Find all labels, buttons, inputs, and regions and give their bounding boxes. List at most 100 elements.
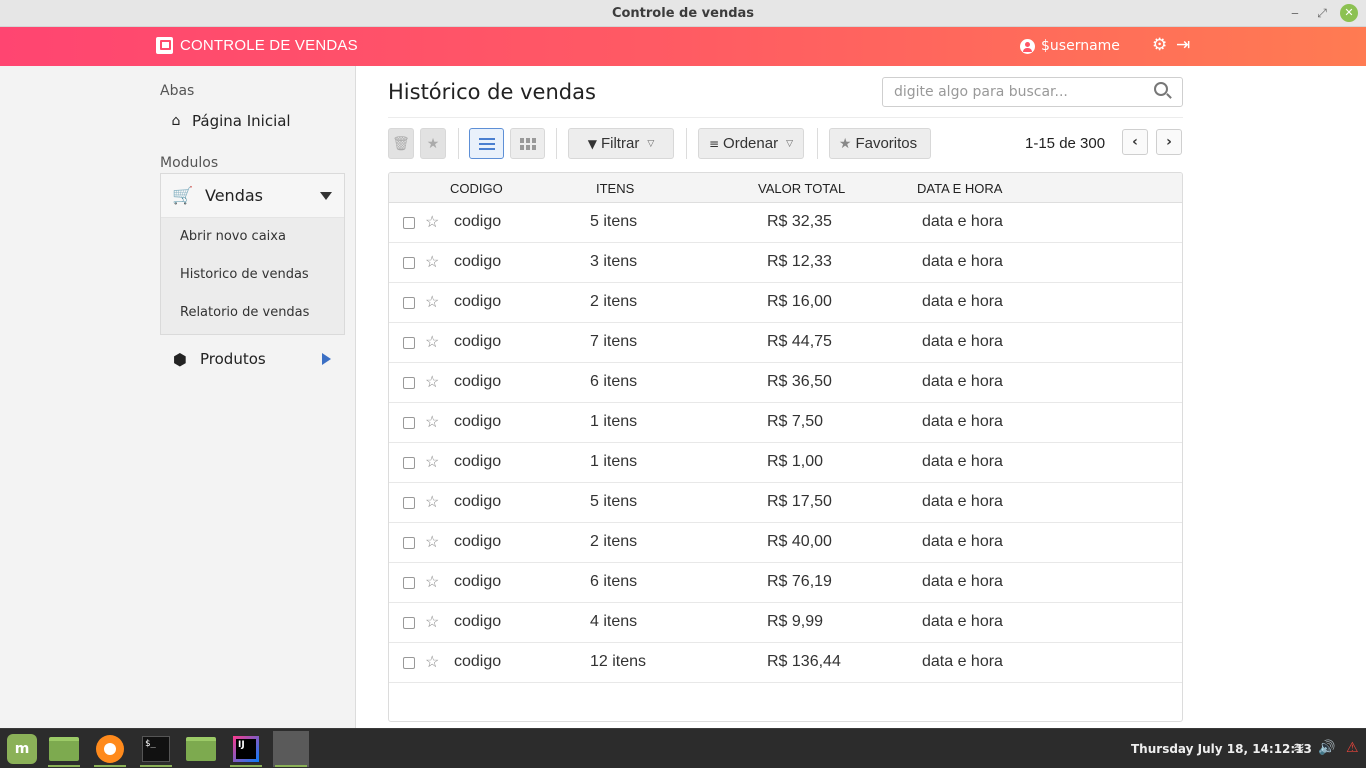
table-row[interactable]: ☆ codigo 6 itens R$ 76,19 data e hora — [389, 563, 1182, 603]
table-row[interactable]: ☆ codigo 1 itens R$ 1,00 data e hora — [389, 443, 1182, 483]
star-icon[interactable]: ☆ — [425, 532, 439, 552]
cell-data-hora: data e hora — [922, 573, 1003, 590]
cell-data-hora: data e hora — [922, 213, 1003, 230]
table-row[interactable]: ☆ codigo 6 itens R$ 36,50 data e hora — [389, 363, 1182, 403]
star-icon: ★ — [426, 135, 440, 152]
search-icon[interactable] — [1154, 82, 1168, 96]
star-icon[interactable]: ☆ — [425, 372, 439, 392]
sidebar-subitem-historico[interactable]: Historico de vendas — [161, 256, 344, 294]
favorite-button[interactable]: ★ — [420, 128, 446, 159]
delete-button[interactable]: 🗑 — [388, 128, 414, 159]
grid-view-button[interactable] — [510, 128, 545, 159]
search-input[interactable] — [882, 77, 1183, 107]
network-warning-icon[interactable]: ⚠ — [1346, 740, 1359, 756]
star-icon[interactable]: ☆ — [425, 612, 439, 632]
cell-valor-total: R$ 12,33 — [767, 253, 832, 270]
sidebar-subitem-abrir-caixa[interactable]: Abrir novo caixa — [161, 218, 344, 256]
row-checkbox[interactable] — [403, 337, 415, 349]
mint-menu-icon[interactable]: m — [2, 731, 42, 767]
app-window-icon[interactable] — [271, 731, 311, 767]
table-row[interactable]: ☆ codigo 2 itens R$ 40,00 data e hora — [389, 523, 1182, 563]
row-checkbox[interactable] — [403, 497, 415, 509]
cell-codigo: codigo — [454, 213, 502, 230]
row-checkbox[interactable] — [403, 377, 415, 389]
cell-data-hora: data e hora — [922, 493, 1003, 510]
star-icon[interactable]: ☆ — [425, 332, 439, 352]
star-icon[interactable]: ☆ — [425, 652, 439, 672]
table-row[interactable]: ☆ codigo 1 itens R$ 7,50 data e hora — [389, 403, 1182, 443]
table-row[interactable]: ☆ codigo 2 itens R$ 16,00 data e hora — [389, 283, 1182, 323]
star-icon[interactable]: ☆ — [425, 292, 439, 312]
cell-data-hora: data e hora — [922, 453, 1003, 470]
table-row[interactable]: ☆ codigo 12 itens R$ 136,44 data e hora — [389, 643, 1182, 683]
cell-codigo: codigo — [454, 293, 502, 310]
cell-codigo: codigo — [454, 413, 502, 430]
brand[interactable]: CONTROLE DE VENDAS — [156, 37, 358, 54]
star-icon[interactable]: ☆ — [425, 212, 439, 232]
star-icon[interactable]: ☆ — [425, 412, 439, 432]
cell-data-hora: data e hora — [922, 333, 1003, 350]
minimize-icon[interactable]: ‒ — [1286, 4, 1304, 22]
table-row[interactable]: ☆ codigo 3 itens R$ 12,33 data e hora — [389, 243, 1182, 283]
sidebar-item-vendas[interactable]: 🛒 Vendas — [161, 174, 344, 218]
next-page-button[interactable]: › — [1156, 129, 1182, 155]
filter-button[interactable]: ▼ Filtrar ▽ — [568, 128, 674, 159]
cell-codigo: codigo — [454, 373, 502, 390]
gear-icon[interactable]: ⚙ — [1152, 35, 1167, 55]
sidebar-item-label: Produtos — [200, 350, 266, 368]
firefox-icon[interactable] — [90, 731, 130, 767]
maximize-icon[interactable]: ⤢ — [1313, 4, 1331, 22]
files-icon[interactable] — [44, 731, 84, 767]
row-checkbox[interactable] — [403, 577, 415, 589]
row-checkbox[interactable] — [403, 457, 415, 469]
logout-icon[interactable]: ⇥ — [1176, 35, 1190, 55]
volume-icon[interactable]: 🔊 — [1318, 740, 1335, 756]
column-header-data[interactable]: DATA E HORA — [917, 181, 1002, 196]
filter-label: Filtrar — [600, 135, 640, 152]
star-icon[interactable]: ☆ — [425, 252, 439, 272]
cell-valor-total: R$ 1,00 — [767, 453, 824, 470]
favorites-button[interactable]: ★ Favoritos — [829, 128, 931, 159]
chevron-down-icon: ▽ — [647, 138, 655, 149]
cell-data-hora: data e hora — [922, 613, 1003, 630]
folder-icon[interactable] — [181, 731, 221, 767]
column-header-itens[interactable]: ITENS — [596, 181, 634, 196]
star-icon: ★ — [838, 135, 852, 152]
row-checkbox[interactable] — [403, 297, 415, 309]
star-icon[interactable]: ☆ — [425, 492, 439, 512]
table-row[interactable]: ☆ codigo 5 itens R$ 32,35 data e hora — [389, 203, 1182, 243]
sort-button[interactable]: ≡ Ordenar ▽ — [698, 128, 804, 159]
sidebar-item-produtos[interactable]: ⬢ Produtos — [160, 346, 345, 372]
row-checkbox[interactable] — [403, 217, 415, 229]
cell-itens: 12 itens — [590, 653, 647, 670]
wifi-icon[interactable]: ≋ — [1293, 740, 1305, 756]
cell-itens: 5 itens — [590, 213, 638, 230]
sidebar-item-home[interactable]: ⌂ Página Inicial — [160, 108, 345, 134]
sidebar: Abas ⌂ Página Inicial Modulos 🛒 Vendas A… — [0, 66, 356, 728]
favorites-label: Favoritos — [855, 135, 918, 152]
user-menu[interactable]: $username — [1020, 38, 1120, 54]
column-header-codigo[interactable]: CODIGO — [450, 181, 503, 196]
star-icon[interactable]: ☆ — [425, 452, 439, 472]
row-checkbox[interactable] — [403, 257, 415, 269]
terminal-icon[interactable]: $_ — [136, 731, 176, 767]
table-row[interactable]: ☆ codigo 4 itens R$ 9,99 data e hora — [389, 603, 1182, 643]
row-checkbox[interactable] — [403, 417, 415, 429]
table-row[interactable]: ☆ codigo 5 itens R$ 17,50 data e hora — [389, 483, 1182, 523]
close-icon[interactable]: ✕ — [1340, 4, 1358, 22]
cell-codigo: codigo — [454, 573, 502, 590]
star-icon[interactable]: ☆ — [425, 572, 439, 592]
cell-data-hora: data e hora — [922, 653, 1003, 670]
list-view-button[interactable] — [469, 128, 504, 159]
sidebar-subitem-relatorio[interactable]: Relatorio de vendas — [161, 294, 344, 332]
column-header-valor[interactable]: VALOR TOTAL — [758, 181, 845, 196]
table-row[interactable]: ☆ codigo 7 itens R$ 44,75 data e hora — [389, 323, 1182, 363]
row-checkbox[interactable] — [403, 617, 415, 629]
cell-data-hora: data e hora — [922, 533, 1003, 550]
user-icon — [1020, 38, 1035, 54]
row-checkbox[interactable] — [403, 657, 415, 669]
previous-page-button[interactable]: ‹ — [1122, 129, 1148, 155]
intellij-icon[interactable]: IJ — [226, 731, 266, 767]
clock[interactable]: Thursday July 18, 14:12:13 — [1131, 742, 1312, 756]
row-checkbox[interactable] — [403, 537, 415, 549]
